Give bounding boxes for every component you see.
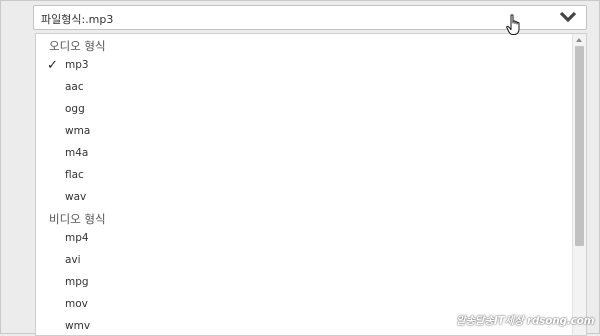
option-label: avi <box>65 254 81 266</box>
option-label: wmv <box>65 320 91 332</box>
option-mp4[interactable]: mp4 <box>36 229 572 250</box>
scroll-up-arrow-icon[interactable] <box>576 38 582 42</box>
watermark-text: 알송달송IT세상 rdsong.com <box>456 315 595 327</box>
dropdown-scrollbar[interactable] <box>572 34 586 335</box>
option-label: mp4 <box>65 232 89 244</box>
hand-pointer-cursor-icon <box>506 14 520 35</box>
chevron-down-icon[interactable] <box>559 9 577 25</box>
option-wav[interactable]: wav <box>36 188 572 209</box>
option-label: wma <box>65 125 91 137</box>
group-label-video: 비디오 형식 <box>49 212 106 226</box>
option-label: flac <box>65 169 84 181</box>
option-flac[interactable]: flac <box>36 166 572 187</box>
option-avi[interactable]: avi <box>36 251 572 272</box>
option-label: aac <box>65 81 84 93</box>
file-format-label: 파일형식: <box>41 13 86 26</box>
option-label: mpg <box>65 276 89 288</box>
format-dropdown-list[interactable]: 오디오 형식 ✓ mp3 aac ogg wma m4a flac wav 비디… <box>35 33 587 336</box>
file-format-select-text: 파일형식:.mp3 <box>41 11 113 27</box>
option-label: mp3 <box>65 59 89 71</box>
file-format-value: .mp3 <box>85 13 114 26</box>
option-mpg[interactable]: mpg <box>36 273 572 294</box>
option-wma[interactable]: wma <box>36 122 572 143</box>
group-label-audio: 오디오 형식 <box>49 39 106 53</box>
option-label: wav <box>65 191 87 203</box>
option-label: m4a <box>65 147 89 159</box>
option-label: mov <box>65 298 88 310</box>
checkmark-icon: ✓ <box>47 58 58 73</box>
option-mp3[interactable]: ✓ mp3 <box>36 56 572 77</box>
option-aac[interactable]: aac <box>36 78 572 99</box>
option-label: ogg <box>65 103 85 115</box>
file-format-select[interactable]: 파일형식:.mp3 <box>33 5 587 30</box>
option-ogg[interactable]: ogg <box>36 100 572 121</box>
scroll-thumb[interactable] <box>575 46 584 246</box>
option-m4a[interactable]: m4a <box>36 144 572 165</box>
